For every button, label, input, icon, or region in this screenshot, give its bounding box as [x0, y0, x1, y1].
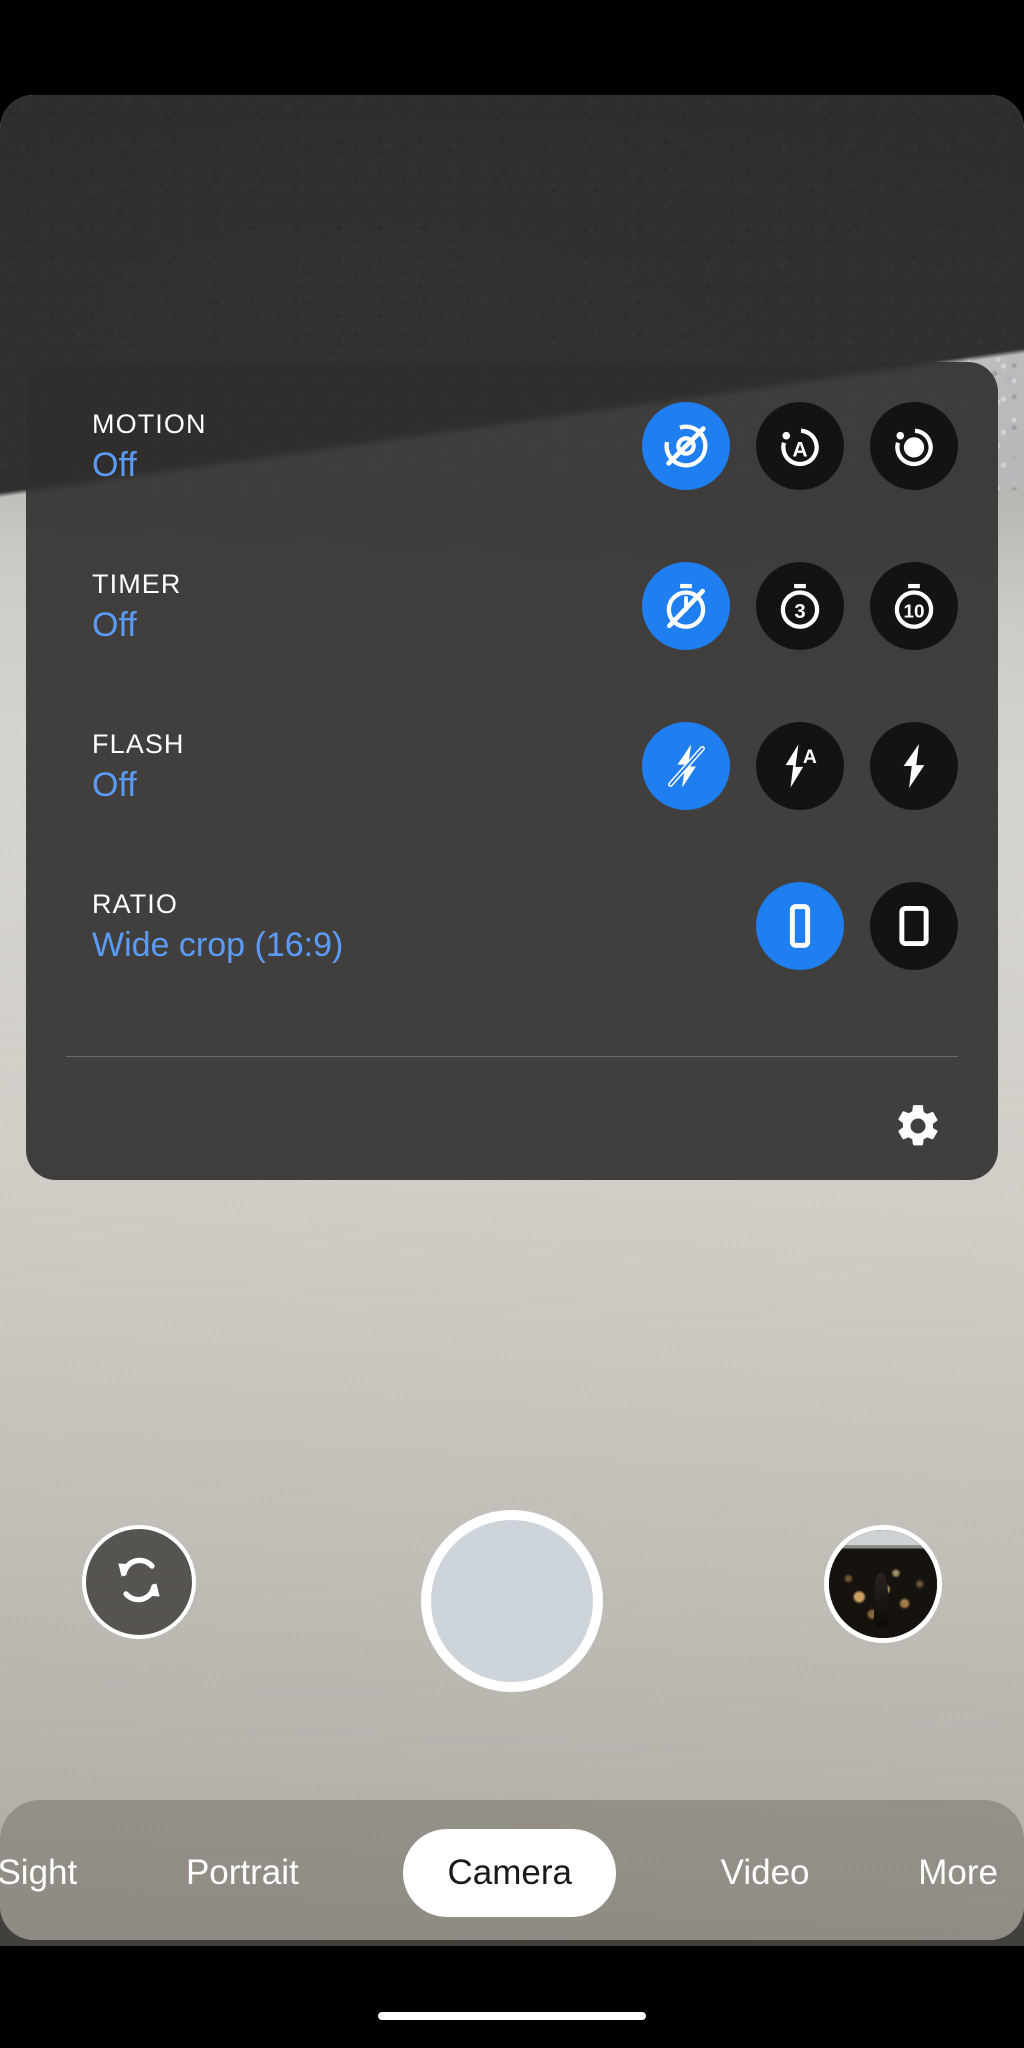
motion-value: Off: [92, 445, 137, 484]
flash-off-icon: [659, 739, 713, 793]
timer-10s-option[interactable]: 10: [870, 562, 958, 650]
motion-auto-option[interactable]: A: [756, 402, 844, 490]
camera-controls-bar: [0, 1510, 1024, 1700]
gear-icon: [893, 1101, 943, 1156]
flash-title: FLASH: [92, 728, 185, 759]
camera-app-screen: MOTION Off A TIMER Off 3 10 FLASH Off A …: [0, 0, 1024, 2048]
timer-3s-option[interactable]: 3: [756, 562, 844, 650]
setting-row-timer: TIMER Off 3 10: [26, 522, 998, 690]
camera-switch-icon: [108, 1549, 170, 1616]
svg-text:A: A: [803, 746, 817, 768]
flash-on-option[interactable]: [870, 722, 958, 810]
timer-off-option[interactable]: [642, 562, 730, 650]
motion-title: MOTION: [92, 408, 207, 439]
setting-row-ratio: RATIO Wide crop (16:9): [26, 842, 998, 1010]
setting-row-motion: MOTION Off A: [26, 362, 998, 530]
ratio-title: RATIO: [92, 888, 178, 919]
timer-options: 3 10: [642, 562, 958, 650]
flash-off-option[interactable]: [642, 722, 730, 810]
gallery-thumbnail-figure: [874, 1573, 889, 1628]
timer-3s-icon: 3: [773, 579, 827, 633]
ratio-options: [756, 882, 958, 970]
gallery-thumbnail-button[interactable]: [824, 1525, 942, 1643]
quick-settings-panel: MOTION Off A TIMER Off 3 10 FLASH Off A …: [26, 362, 998, 1180]
motion-off-icon: [659, 419, 713, 473]
motion-options: A: [642, 402, 958, 490]
motion-on-option[interactable]: [870, 402, 958, 490]
shutter-button[interactable]: [421, 1510, 603, 1692]
flash-on-icon: [887, 739, 941, 793]
motion-auto-icon: A: [773, 419, 827, 473]
ratio-full-icon: [887, 899, 941, 953]
more-settings-button[interactable]: [890, 1100, 946, 1156]
panel-divider: [66, 1056, 958, 1057]
timer-off-icon: [659, 579, 713, 633]
timer-labels: TIMER Off: [92, 568, 642, 644]
flash-labels: FLASH Off: [92, 728, 642, 804]
timer-value: Off: [92, 605, 137, 644]
tab-night-sight-wrap: t Sight: [0, 1853, 81, 1893]
timer-title: TIMER: [92, 568, 182, 599]
ratio-full-option[interactable]: [870, 882, 958, 970]
tab-video-wrap: Video: [717, 1853, 814, 1893]
flash-auto-icon: A: [773, 739, 827, 793]
ratio-wide-crop-option[interactable]: [756, 882, 844, 970]
timer-10s-icon: 10: [887, 579, 941, 633]
flash-value: Off: [92, 765, 137, 804]
tab-camera[interactable]: Camera: [403, 1829, 616, 1917]
switch-camera-button[interactable]: [82, 1525, 196, 1639]
tab-night-sight[interactable]: t Sight: [0, 1853, 81, 1893]
tab-portrait-wrap: Portrait: [182, 1853, 303, 1893]
ratio-wide-crop-icon: [773, 899, 827, 953]
svg-text:A: A: [792, 438, 807, 461]
mode-selector: t Sight Portrait Camera Video More: [0, 1800, 1024, 1946]
ratio-labels: RATIO Wide crop (16:9): [92, 888, 756, 964]
motion-off-option[interactable]: [642, 402, 730, 490]
tab-more-wrap: More: [914, 1853, 1024, 1893]
motion-labels: MOTION Off: [92, 408, 642, 484]
setting-row-flash: FLASH Off A: [26, 682, 998, 850]
flash-options: A: [642, 722, 958, 810]
motion-on-icon: [887, 419, 941, 473]
tab-camera-wrap: Camera: [403, 1829, 616, 1917]
tab-portrait[interactable]: Portrait: [182, 1853, 303, 1893]
home-indicator[interactable]: [378, 2012, 646, 2020]
ratio-value: Wide crop (16:9): [92, 925, 344, 964]
svg-text:3: 3: [794, 601, 805, 623]
svg-text:10: 10: [903, 602, 924, 623]
flash-auto-option[interactable]: A: [756, 722, 844, 810]
tab-more[interactable]: More: [914, 1853, 1002, 1893]
tab-video[interactable]: Video: [717, 1853, 814, 1893]
